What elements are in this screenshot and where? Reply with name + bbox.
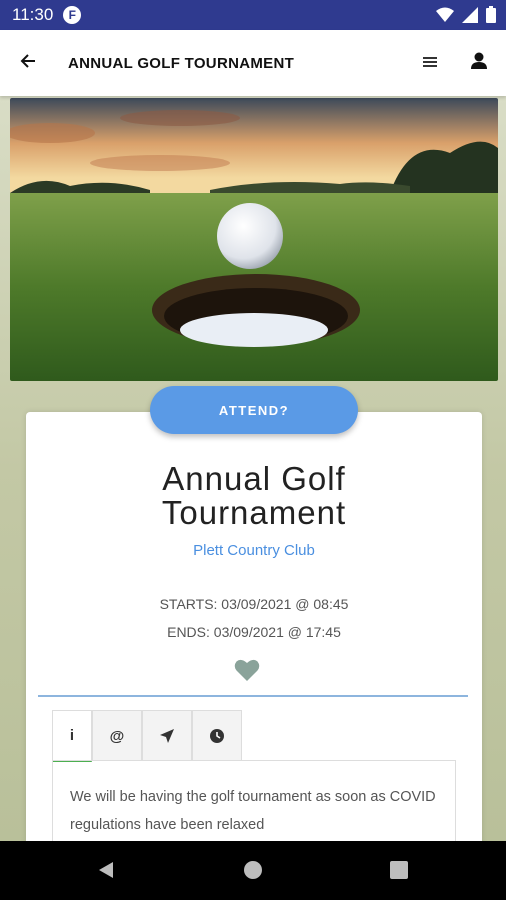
info-icon: i: [69, 727, 75, 744]
event-info-card: Annual Golf Tournament Plett Country Clu…: [26, 412, 482, 841]
status-time: 11:30: [12, 5, 54, 24]
nav-back-icon[interactable]: [97, 860, 117, 880]
menu-icon[interactable]: [420, 52, 440, 72]
info-tabs: i @: [52, 710, 242, 762]
section-divider: [38, 695, 468, 697]
start-time: STARTS: 03/09/2021 @ 08:45: [159, 596, 349, 612]
event-hero-image: [10, 98, 498, 381]
event-title-line-2: Tournament: [161, 494, 347, 531]
nav-recents-icon[interactable]: [390, 861, 408, 879]
tab-location[interactable]: [142, 710, 192, 761]
at-icon: @: [109, 727, 125, 745]
attend-button[interactable]: ATTEND?: [150, 386, 358, 434]
event-detail-content: ATTEND? Annual Golf Tournament Plett Cou…: [0, 96, 506, 841]
app-bar: ANNUAL GOLF TOURNAMENT: [0, 30, 506, 96]
app-notification-icon: F: [63, 6, 82, 24]
tab-panel-info: We will be having the golf tournament as…: [52, 760, 456, 841]
system-navigation-bar: [0, 841, 506, 900]
tab-contact[interactable]: @: [92, 710, 142, 761]
nav-home-icon[interactable]: [244, 861, 262, 879]
signal-icon: [462, 6, 478, 23]
clock-icon: [210, 729, 224, 743]
user-profile-icon[interactable]: [468, 50, 490, 72]
event-title-line-1: Annual Golf: [162, 460, 346, 497]
tab-info[interactable]: i: [52, 710, 92, 762]
status-bar: 11:30 F: [0, 0, 506, 30]
battery-icon: [486, 6, 496, 23]
page-title: ANNUAL GOLF TOURNAMENT: [68, 54, 295, 72]
back-arrow-icon[interactable]: [8, 52, 48, 75]
navigation-icon: [160, 729, 174, 743]
event-description: We will be having the golf tournament as…: [70, 789, 436, 833]
end-time: ENDS: 03/09/2021 @ 17:45: [167, 624, 341, 640]
wifi-icon: [436, 7, 454, 22]
favorite-heart-icon[interactable]: [234, 658, 260, 682]
tab-schedule[interactable]: [192, 710, 242, 761]
event-title: Annual Golf Tournament: [26, 462, 482, 530]
status-icons: [436, 6, 496, 23]
venue-link[interactable]: Plett Country Club: [26, 542, 482, 559]
